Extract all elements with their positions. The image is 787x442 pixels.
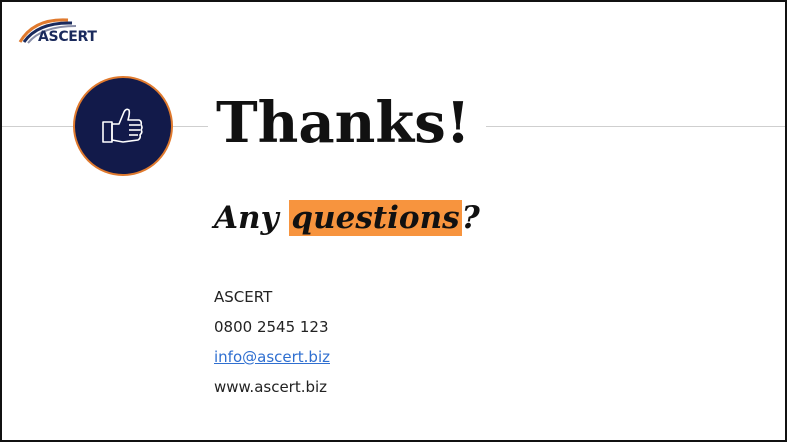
slide-subtitle: Any questions? bbox=[214, 192, 480, 244]
subtitle-highlight: questions bbox=[289, 200, 462, 236]
subtitle-suffix: ? bbox=[461, 200, 480, 236]
thumbs-up-icon bbox=[102, 108, 143, 143]
ascert-logo: ASCERT bbox=[16, 12, 100, 48]
contact-phone: 0800 2545 123 bbox=[214, 318, 329, 336]
slide: ASCERT Thanks! Any questions? ASCERT 080… bbox=[0, 0, 787, 442]
subtitle-prefix: Any bbox=[214, 200, 290, 236]
slide-title: Thanks! bbox=[216, 90, 471, 156]
thumbs-up-badge bbox=[73, 76, 173, 176]
contact-website: www.ascert.biz bbox=[214, 378, 328, 396]
contact-company: ASCERT bbox=[214, 288, 273, 306]
contact-email-link[interactable]: info@ascert.biz bbox=[214, 348, 330, 366]
contact-block: ASCERT 0800 2545 123 info@ascert.biz www… bbox=[214, 282, 330, 402]
logo-text: ASCERT bbox=[38, 29, 97, 45]
title-box: Thanks! bbox=[208, 84, 487, 162]
